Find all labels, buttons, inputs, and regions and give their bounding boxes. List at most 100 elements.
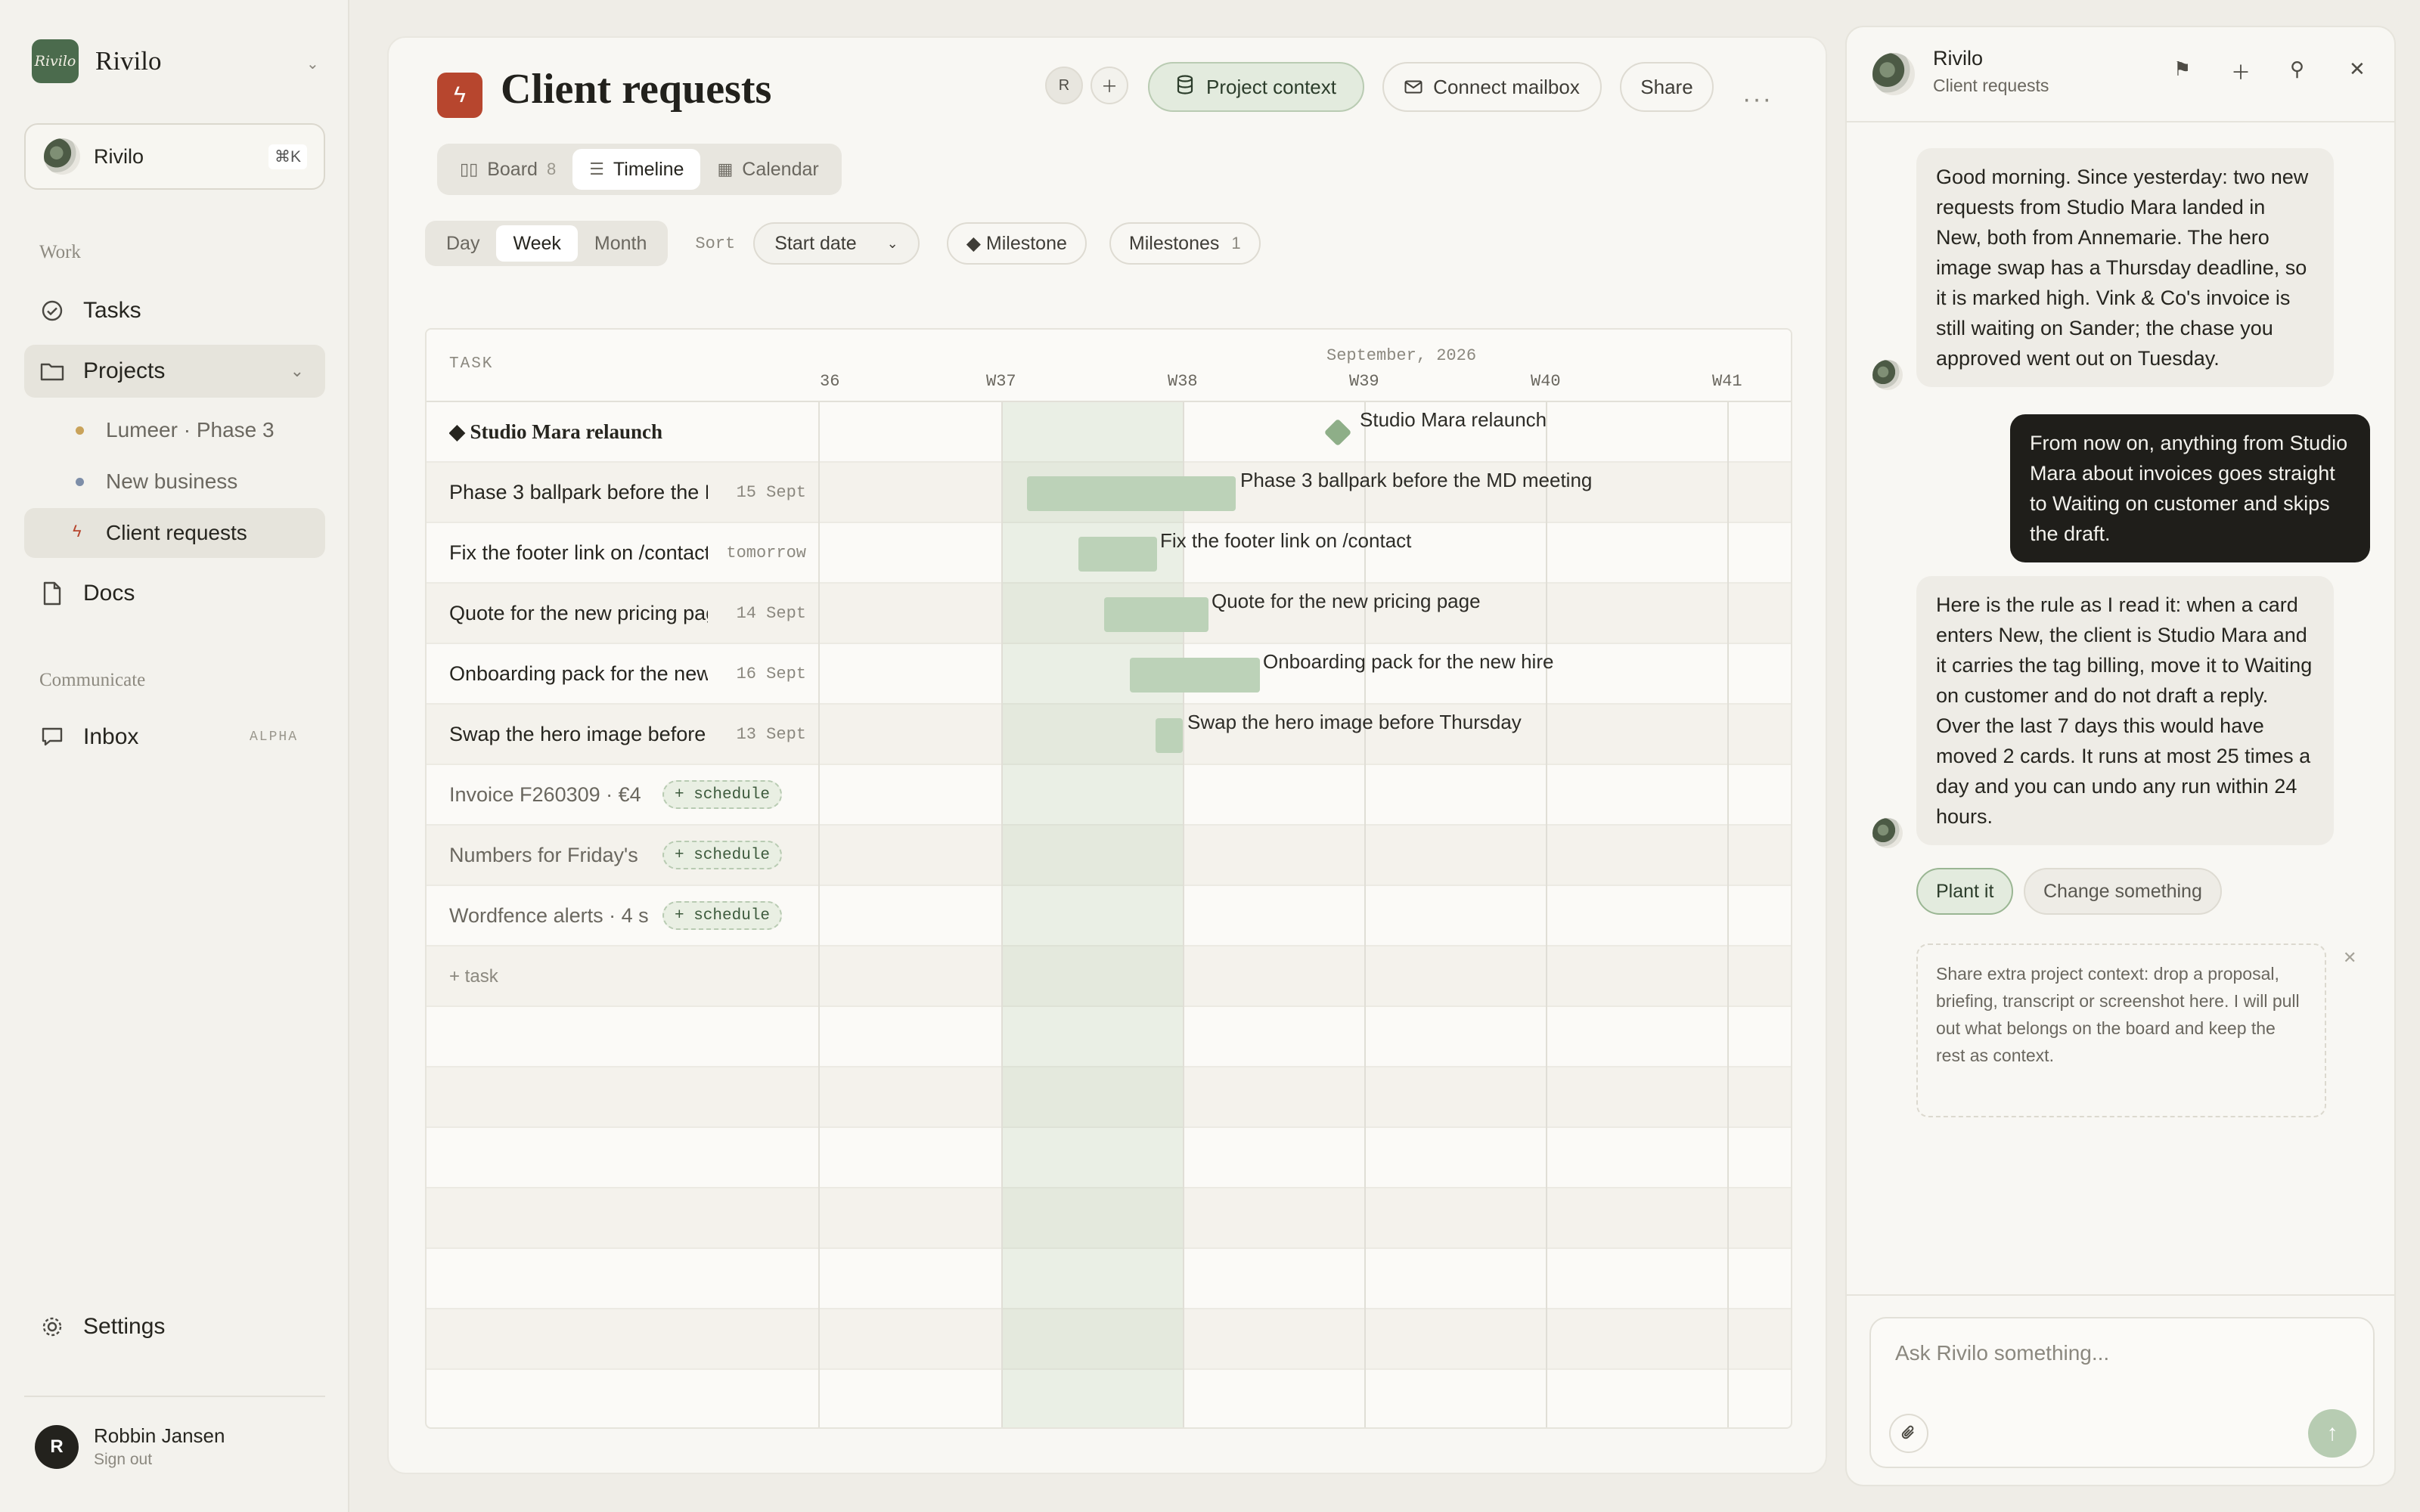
task-bar-label: Swap the hero image before Thursday bbox=[1187, 711, 1522, 733]
assistant-panel: Rivilo Client requests ⚑ ＋ ⚲ ✕ Good morn… bbox=[1845, 26, 2396, 1486]
sign-out-link[interactable]: Sign out bbox=[94, 1451, 225, 1469]
paperclip-icon[interactable] bbox=[1889, 1414, 1928, 1453]
task-bar-label: Fix the footer link on /contact bbox=[1160, 529, 1412, 552]
project-label: Client requests bbox=[106, 521, 247, 544]
flag-icon[interactable]: ⚑ bbox=[2173, 57, 2191, 81]
week-label: W41 bbox=[1712, 372, 1742, 391]
change-something-button[interactable]: Change something bbox=[2024, 868, 2222, 915]
close-icon[interactable]: ✕ bbox=[2349, 57, 2366, 81]
more-options-icon[interactable]: ··· bbox=[1742, 85, 1773, 114]
task-bar[interactable] bbox=[1027, 476, 1236, 511]
context-drop-zone[interactable]: Share extra project context: drop a prop… bbox=[1916, 943, 2326, 1117]
assistant-header: Rivilo Client requests ⚑ ＋ ⚲ ✕ bbox=[1847, 27, 2394, 122]
tab-board[interactable]: ▯▯ Board 8 bbox=[443, 149, 572, 190]
week-label: W37 bbox=[986, 372, 1016, 391]
sidebar-item-projects[interactable]: Projects ⌄ bbox=[24, 345, 325, 398]
week-gridline bbox=[1727, 330, 1729, 1427]
chevron-down-icon[interactable]: ⌄ bbox=[290, 361, 304, 381]
milestone-marker[interactable] bbox=[1323, 418, 1352, 447]
scale-switcher: Day Week Month bbox=[425, 221, 669, 266]
sidebar-item-inbox[interactable]: Inbox ALPHA bbox=[24, 711, 325, 764]
sidebar-item-docs[interactable]: Docs bbox=[24, 567, 325, 620]
tab-timeline[interactable]: ☰ Timeline bbox=[572, 149, 701, 190]
share-button[interactable]: Share bbox=[1620, 62, 1714, 112]
rivilo-logo: Rivilo bbox=[32, 39, 79, 83]
timeline-icon: ☰ bbox=[589, 160, 604, 178]
task-bar[interactable] bbox=[1130, 658, 1260, 692]
sidebar-item-settings[interactable]: Settings bbox=[24, 1300, 325, 1353]
check-circle-icon bbox=[39, 298, 65, 324]
workspace-name: Rivilo bbox=[95, 46, 162, 76]
task-bar[interactable] bbox=[1156, 718, 1183, 753]
project-context-label: Project context bbox=[1206, 75, 1336, 98]
tab-calendar[interactable]: ▦ Calendar bbox=[700, 149, 835, 190]
chat-composer[interactable]: Ask Rivilo something... ↑ bbox=[1869, 1317, 2375, 1468]
user-profile[interactable]: R Robbin Jansen Sign out bbox=[35, 1424, 225, 1469]
milestones-label: Milestones bbox=[1128, 232, 1220, 254]
section-title-work: Work bbox=[39, 242, 81, 262]
milestones-filter[interactable]: Milestones 1 bbox=[1109, 222, 1261, 265]
sidebar-item-label: Tasks bbox=[83, 298, 141, 323]
plant-it-button[interactable]: Plant it bbox=[1916, 868, 2014, 915]
scale-option-day[interactable]: Day bbox=[430, 225, 496, 262]
chevron-down-icon: ⌄ bbox=[886, 235, 898, 251]
sort-select[interactable]: Start date ⌄ bbox=[753, 222, 920, 265]
assistant-avatar bbox=[1872, 360, 1903, 390]
week-gridline bbox=[1001, 330, 1003, 1427]
plus-icon[interactable]: ＋ bbox=[2231, 57, 2251, 85]
project-item-lumeer[interactable]: Lumeer · Phase 3 bbox=[24, 405, 325, 455]
main-panel: ϟ Client requests R ＋ Project context Co… bbox=[387, 36, 1827, 1474]
week-label: 36 bbox=[820, 372, 840, 391]
workspace-switcher[interactable]: Rivilo Rivilo bbox=[32, 39, 162, 83]
add-milestone-button[interactable]: ◆ Milestone bbox=[946, 222, 1087, 265]
project-label: Lumeer · Phase 3 bbox=[106, 418, 275, 442]
task-bar-label: Phase 3 ballpark before the MD meeting bbox=[1240, 469, 1593, 491]
chat-input[interactable]: Ask Rivilo something... bbox=[1895, 1341, 2109, 1365]
task-bar-label: Quote for the new pricing page bbox=[1212, 590, 1481, 612]
project-item-client-requests[interactable]: ϟ Client requests bbox=[24, 508, 325, 558]
sidebar: Rivilo Rivilo ⌄ Rivilo ⌘K Work Tasks Pro… bbox=[0, 0, 349, 1512]
chevron-down-icon[interactable]: ⌄ bbox=[306, 54, 319, 73]
sort-label: Sort bbox=[695, 234, 736, 253]
alpha-badge: ALPHA bbox=[249, 730, 298, 745]
sidebar-item-tasks[interactable]: Tasks bbox=[24, 284, 325, 337]
week-gridline bbox=[1546, 330, 1547, 1427]
week-label: W39 bbox=[1349, 372, 1379, 391]
timeline-grid: ◆ Studio Mara relaunch Phase 3 ballpark b… bbox=[425, 328, 1792, 1429]
task-bar-label: Studio Mara relaunch bbox=[1360, 408, 1547, 431]
assistant-message: Here is the rule as I read it: when a ca… bbox=[1916, 576, 2334, 845]
tab-count: 8 bbox=[546, 160, 557, 178]
pin-icon[interactable]: ⚲ bbox=[2290, 57, 2304, 81]
section-title-communicate: Communicate bbox=[39, 670, 146, 690]
gear-icon bbox=[39, 1314, 65, 1340]
project-context-button[interactable]: Project context bbox=[1148, 62, 1364, 112]
bolt-icon: ϟ bbox=[437, 73, 482, 118]
close-icon[interactable]: ✕ bbox=[2343, 948, 2356, 968]
month-label: September, 2026 bbox=[1326, 346, 1477, 365]
shortcut-badge: ⌘K bbox=[268, 144, 307, 169]
arrow-up-icon: ↑ bbox=[2326, 1421, 2338, 1445]
view-tabs: ▯▯ Board 8 ☰ Timeline ▦ Calendar bbox=[437, 144, 842, 195]
send-button[interactable]: ↑ bbox=[2308, 1409, 2356, 1458]
add-member-button[interactable]: ＋ bbox=[1091, 67, 1128, 104]
sidebar-item-label: Inbox bbox=[83, 724, 139, 749]
document-icon bbox=[39, 581, 65, 606]
scale-option-month[interactable]: Month bbox=[578, 225, 663, 262]
assistant-avatar bbox=[44, 138, 80, 175]
task-bar-label: Onboarding pack for the new hire bbox=[1263, 650, 1554, 673]
divider bbox=[1847, 1294, 2394, 1296]
avatar: R bbox=[35, 1424, 79, 1469]
week-gridline bbox=[1364, 330, 1366, 1427]
connect-mailbox-label: Connect mailbox bbox=[1433, 75, 1580, 98]
assistant-title: Rivilo bbox=[1933, 47, 1984, 70]
task-bar[interactable] bbox=[1104, 597, 1208, 632]
project-label: New business bbox=[106, 469, 238, 493]
project-color-dot bbox=[76, 426, 84, 435]
user-name: Robbin Jansen bbox=[94, 1424, 225, 1447]
task-bar[interactable] bbox=[1078, 537, 1157, 572]
scale-option-week[interactable]: Week bbox=[496, 225, 578, 262]
project-item-new-business[interactable]: New business bbox=[24, 457, 325, 507]
command-search-button[interactable]: Rivilo ⌘K bbox=[24, 123, 325, 190]
connect-mailbox-button[interactable]: Connect mailbox bbox=[1382, 62, 1602, 112]
member-avatar[interactable]: R bbox=[1045, 67, 1083, 104]
